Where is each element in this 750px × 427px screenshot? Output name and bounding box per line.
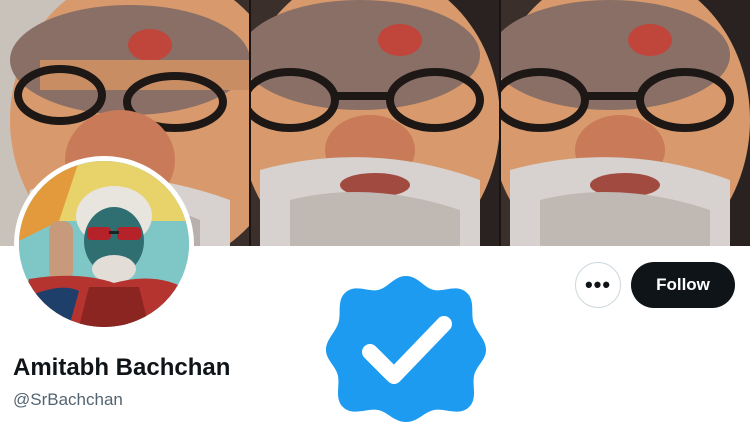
more-options-button[interactable]: •••	[575, 262, 621, 308]
avatar[interactable]	[19, 161, 189, 327]
banner-divider	[249, 0, 251, 246]
more-options-icon: •••	[584, 272, 612, 297]
follow-button[interactable]: Follow	[631, 262, 735, 308]
profile-display-name: Amitabh Bachchan	[13, 354, 231, 381]
banner-divider	[499, 0, 501, 246]
profile-handle: @SrBachchan	[13, 390, 123, 409]
avatar-frame[interactable]	[14, 156, 194, 332]
banner-panel-3	[500, 0, 750, 246]
verified-badge-icon	[326, 272, 486, 422]
banner-panel-2	[250, 0, 500, 246]
